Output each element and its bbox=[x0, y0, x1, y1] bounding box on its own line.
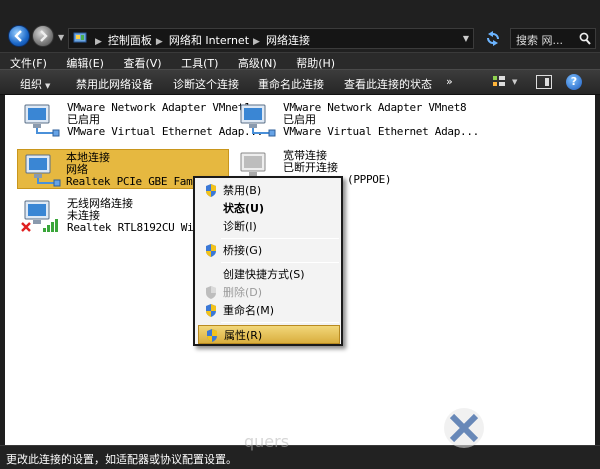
diagnose-button[interactable]: 诊断这个连接 bbox=[173, 76, 239, 92]
connection-device: VMware Virtual Ethernet Adap... bbox=[283, 125, 479, 138]
menu-item-create-shortcut[interactable]: 创建快捷方式(S) bbox=[198, 265, 340, 284]
uac-shield-icon bbox=[207, 329, 217, 342]
wireless-adapter-icon bbox=[21, 200, 58, 232]
breadcrumb: ▶ 控制面板 ▶ 网络和 Internet ▶ 网络连接 bbox=[91, 32, 310, 48]
preview-pane-icon[interactable] bbox=[536, 75, 552, 89]
menu-separator bbox=[221, 262, 339, 263]
help-icon[interactable]: ? bbox=[566, 74, 582, 90]
network-adapter-icon bbox=[240, 104, 276, 137]
menu-item-label: 属性(R) bbox=[224, 329, 263, 342]
disable-device-button[interactable]: 禁用此网络设备 bbox=[76, 76, 153, 92]
menu-item-delete: 删除(D) bbox=[198, 283, 340, 302]
connection-status: 已断开连接 bbox=[283, 161, 338, 174]
breadcrumb-network-internet[interactable]: 网络和 Internet bbox=[169, 34, 249, 47]
chevron-right-icon: ▶ bbox=[155, 37, 163, 47]
view-status-button[interactable]: 查看此连接的状态 bbox=[344, 76, 432, 92]
search-placeholder: 搜索 网... bbox=[516, 34, 563, 47]
menu-item-label: 删除(D) bbox=[223, 286, 263, 299]
menu-item-diagnose[interactable]: 诊断(I) bbox=[198, 217, 340, 236]
address-bar: ▼ ▶ 控制面板 ▶ 网络和 Internet ▶ 网络连接 ▼ 搜索 网... bbox=[0, 0, 600, 52]
menu-item-properties[interactable]: 属性(R) bbox=[198, 325, 340, 344]
menu-item-status[interactable]: 状态(U) bbox=[198, 199, 340, 218]
breadcrumb-control-panel[interactable]: 控制面板 bbox=[108, 34, 152, 47]
search-icon[interactable] bbox=[579, 32, 591, 45]
chevron-down-icon[interactable]: ▼ bbox=[512, 78, 517, 86]
connection-vmnet1[interactable]: VMware Network Adapter VMnet1 已启用 VMware… bbox=[19, 102, 263, 140]
chevron-down-icon: ▼ bbox=[45, 82, 51, 90]
search-input[interactable]: 搜索 网... bbox=[510, 28, 596, 49]
menu-item-rename[interactable]: 重命名(M) bbox=[198, 301, 340, 320]
refresh-icon[interactable] bbox=[482, 28, 504, 49]
connection-device: VMware Virtual Ethernet Adap... bbox=[67, 125, 263, 138]
network-adapter-icon bbox=[24, 104, 60, 137]
uac-shield-icon bbox=[206, 244, 216, 257]
watermark-site: XITONGCHENG.CC bbox=[487, 432, 575, 441]
menu-item-label: 桥接(G) bbox=[223, 244, 263, 257]
menu-item-disable[interactable]: 禁用(B) bbox=[198, 181, 340, 200]
organize-button[interactable]: 组织 ▼ bbox=[20, 76, 50, 92]
organize-label: 组织 bbox=[20, 78, 42, 91]
uac-shield-icon bbox=[206, 184, 216, 197]
forward-button[interactable] bbox=[32, 25, 54, 47]
disconnected-icon bbox=[21, 222, 31, 232]
menu-separator bbox=[221, 238, 339, 239]
menu-item-label: 重命名(M) bbox=[223, 304, 275, 317]
menu-item-label: 禁用(B) bbox=[223, 184, 262, 197]
uac-shield-icon bbox=[206, 286, 216, 299]
breadcrumb-network-connections[interactable]: 网络连接 bbox=[266, 34, 310, 47]
recent-pages-dropdown[interactable]: ▼ bbox=[58, 33, 64, 42]
network-adapter-icon bbox=[25, 154, 61, 187]
context-menu: 禁用(B) 状态(U) 诊断(I) 桥接(G) 创建快捷方式(S) 删除(D) … bbox=[193, 176, 343, 346]
address-field[interactable]: ▶ 控制面板 ▶ 网络和 Internet ▶ 网络连接 ▼ bbox=[68, 28, 474, 49]
menu-bar: 文件(F) 编辑(E) 查看(V) 工具(T) 高级(N) 帮助(H) bbox=[0, 52, 600, 70]
menu-separator bbox=[221, 322, 339, 323]
uac-shield-icon bbox=[206, 304, 216, 317]
connection-device: (PPPOE) bbox=[347, 173, 392, 186]
arrow-right-icon bbox=[40, 30, 48, 42]
command-bar: 组织 ▼ 禁用此网络设备 诊断这个连接 重命名此连接 查看此连接的状态 » ▼ ? bbox=[0, 69, 600, 95]
chevron-right-icon: ▶ bbox=[95, 37, 102, 47]
arrow-left-icon bbox=[14, 30, 22, 42]
view-options-icon[interactable] bbox=[492, 75, 506, 89]
back-button[interactable] bbox=[8, 25, 30, 47]
watermark-secondary: quers bbox=[244, 432, 290, 451]
control-panel-icon bbox=[73, 32, 87, 43]
rename-button[interactable]: 重命名此连接 bbox=[258, 76, 324, 92]
menu-item-bridge[interactable]: 桥接(G) bbox=[198, 241, 340, 260]
connection-vmnet8[interactable]: VMware Network Adapter VMnet8 已启用 VMware… bbox=[235, 102, 479, 140]
more-commands-button[interactable]: » bbox=[446, 75, 453, 88]
chevron-right-icon: ▶ bbox=[253, 37, 260, 47]
chevron-down-icon[interactable]: ▼ bbox=[463, 34, 469, 43]
